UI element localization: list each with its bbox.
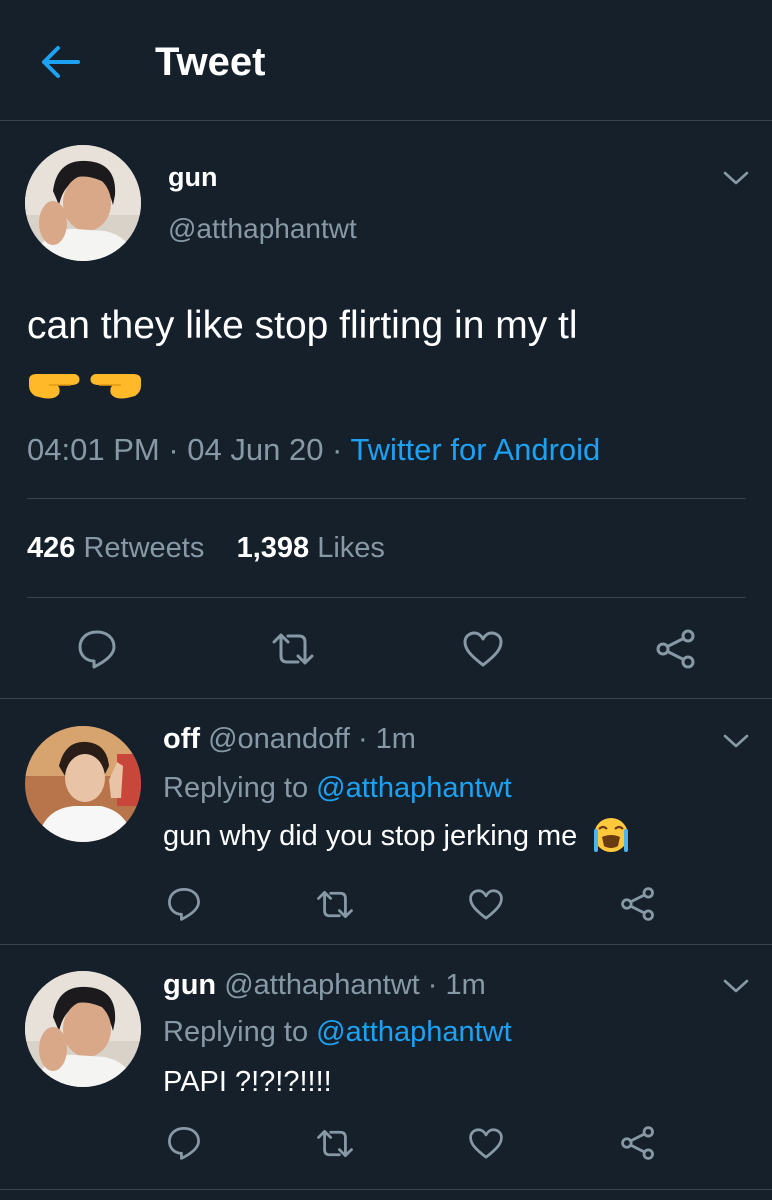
divider bbox=[27, 597, 746, 598]
page-title: Tweet bbox=[155, 40, 266, 84]
like-button[interactable] bbox=[462, 630, 504, 673]
replying-to: Replying to @atthaphantwt bbox=[163, 772, 512, 804]
mention-link[interactable]: @atthaphantwt bbox=[316, 1016, 512, 1048]
reply-button[interactable] bbox=[76, 628, 118, 675]
reply-text: PAPI ?!?!?!!!! bbox=[163, 1066, 332, 1098]
reply-button[interactable] bbox=[166, 1125, 202, 1166]
reply-handle-time: @onandoff · 1m bbox=[208, 723, 416, 755]
like-button[interactable] bbox=[468, 888, 504, 926]
avatar[interactable] bbox=[25, 971, 141, 1087]
tweet-text: can they like stop flirting in my tl bbox=[27, 304, 578, 347]
likes-stat[interactable]: 1,398 Likes bbox=[237, 532, 385, 564]
reply-author-name[interactable]: gun bbox=[163, 969, 216, 1001]
chevron-down-icon[interactable] bbox=[721, 166, 751, 190]
like-button[interactable] bbox=[468, 1127, 504, 1165]
chevron-down-icon[interactable] bbox=[721, 974, 751, 998]
retweets-stat[interactable]: 426 Retweets bbox=[27, 532, 204, 564]
reply-header: gun @atthaphantwt · 1m bbox=[163, 969, 486, 1002]
reply-header: off @onandoff · 1m bbox=[163, 723, 416, 756]
retweet-icon bbox=[272, 633, 314, 665]
reply-button[interactable] bbox=[166, 886, 202, 927]
divider bbox=[0, 1189, 772, 1190]
arrow-left-icon bbox=[42, 46, 80, 78]
reply-icon bbox=[168, 1127, 200, 1160]
emoji-row bbox=[27, 366, 143, 407]
tweet-metadata: 04:01 PM · 04 Jun 20 · Twitter for Andro… bbox=[27, 432, 601, 467]
reply-handle-time: @atthaphantwt · 1m bbox=[224, 969, 486, 1001]
tweet-time: 04:01 PM bbox=[27, 432, 160, 467]
tweet-source-link[interactable]: Twitter for Android bbox=[350, 432, 600, 467]
avatar[interactable] bbox=[25, 145, 141, 261]
finger-pointing-left-emoji bbox=[90, 374, 141, 399]
share-button[interactable] bbox=[620, 1125, 656, 1166]
tweet-date: 04 Jun 20 bbox=[187, 432, 324, 467]
replying-to: Replying to @atthaphantwt bbox=[163, 1016, 512, 1048]
heart-icon bbox=[463, 631, 503, 667]
chevron-down-icon[interactable] bbox=[721, 729, 751, 753]
top-bar: Tweet bbox=[0, 0, 772, 121]
reply-author-name[interactable]: off bbox=[163, 723, 200, 755]
tweet-stats: 426 Retweets 1,398 Likes bbox=[27, 532, 385, 565]
divider bbox=[27, 498, 746, 499]
share-icon bbox=[621, 887, 654, 921]
divider bbox=[0, 944, 772, 945]
share-button[interactable] bbox=[655, 628, 697, 675]
author-handle[interactable]: @atthaphantwt bbox=[168, 213, 357, 245]
retweet-icon bbox=[317, 890, 353, 919]
loudly-crying-face-emoji bbox=[594, 818, 629, 852]
retweet-button[interactable] bbox=[315, 888, 355, 926]
mention-link[interactable]: @atthaphantwt bbox=[316, 772, 512, 804]
share-icon bbox=[656, 629, 695, 669]
avatar[interactable] bbox=[25, 726, 141, 842]
reply-icon bbox=[78, 630, 116, 669]
retweet-button[interactable] bbox=[270, 630, 316, 673]
reply-text: gun why did you stop jerking me bbox=[163, 817, 631, 853]
retweet-button[interactable] bbox=[315, 1127, 355, 1165]
heart-icon bbox=[469, 889, 503, 920]
divider bbox=[0, 698, 772, 699]
author-name[interactable]: gun bbox=[168, 162, 217, 193]
heart-icon bbox=[469, 1128, 503, 1159]
reply-icon bbox=[168, 888, 200, 921]
share-button[interactable] bbox=[620, 886, 656, 927]
share-icon bbox=[621, 1126, 654, 1160]
finger-pointing-right-emoji bbox=[29, 374, 80, 399]
retweet-icon bbox=[317, 1129, 353, 1158]
back-button[interactable] bbox=[38, 42, 82, 82]
